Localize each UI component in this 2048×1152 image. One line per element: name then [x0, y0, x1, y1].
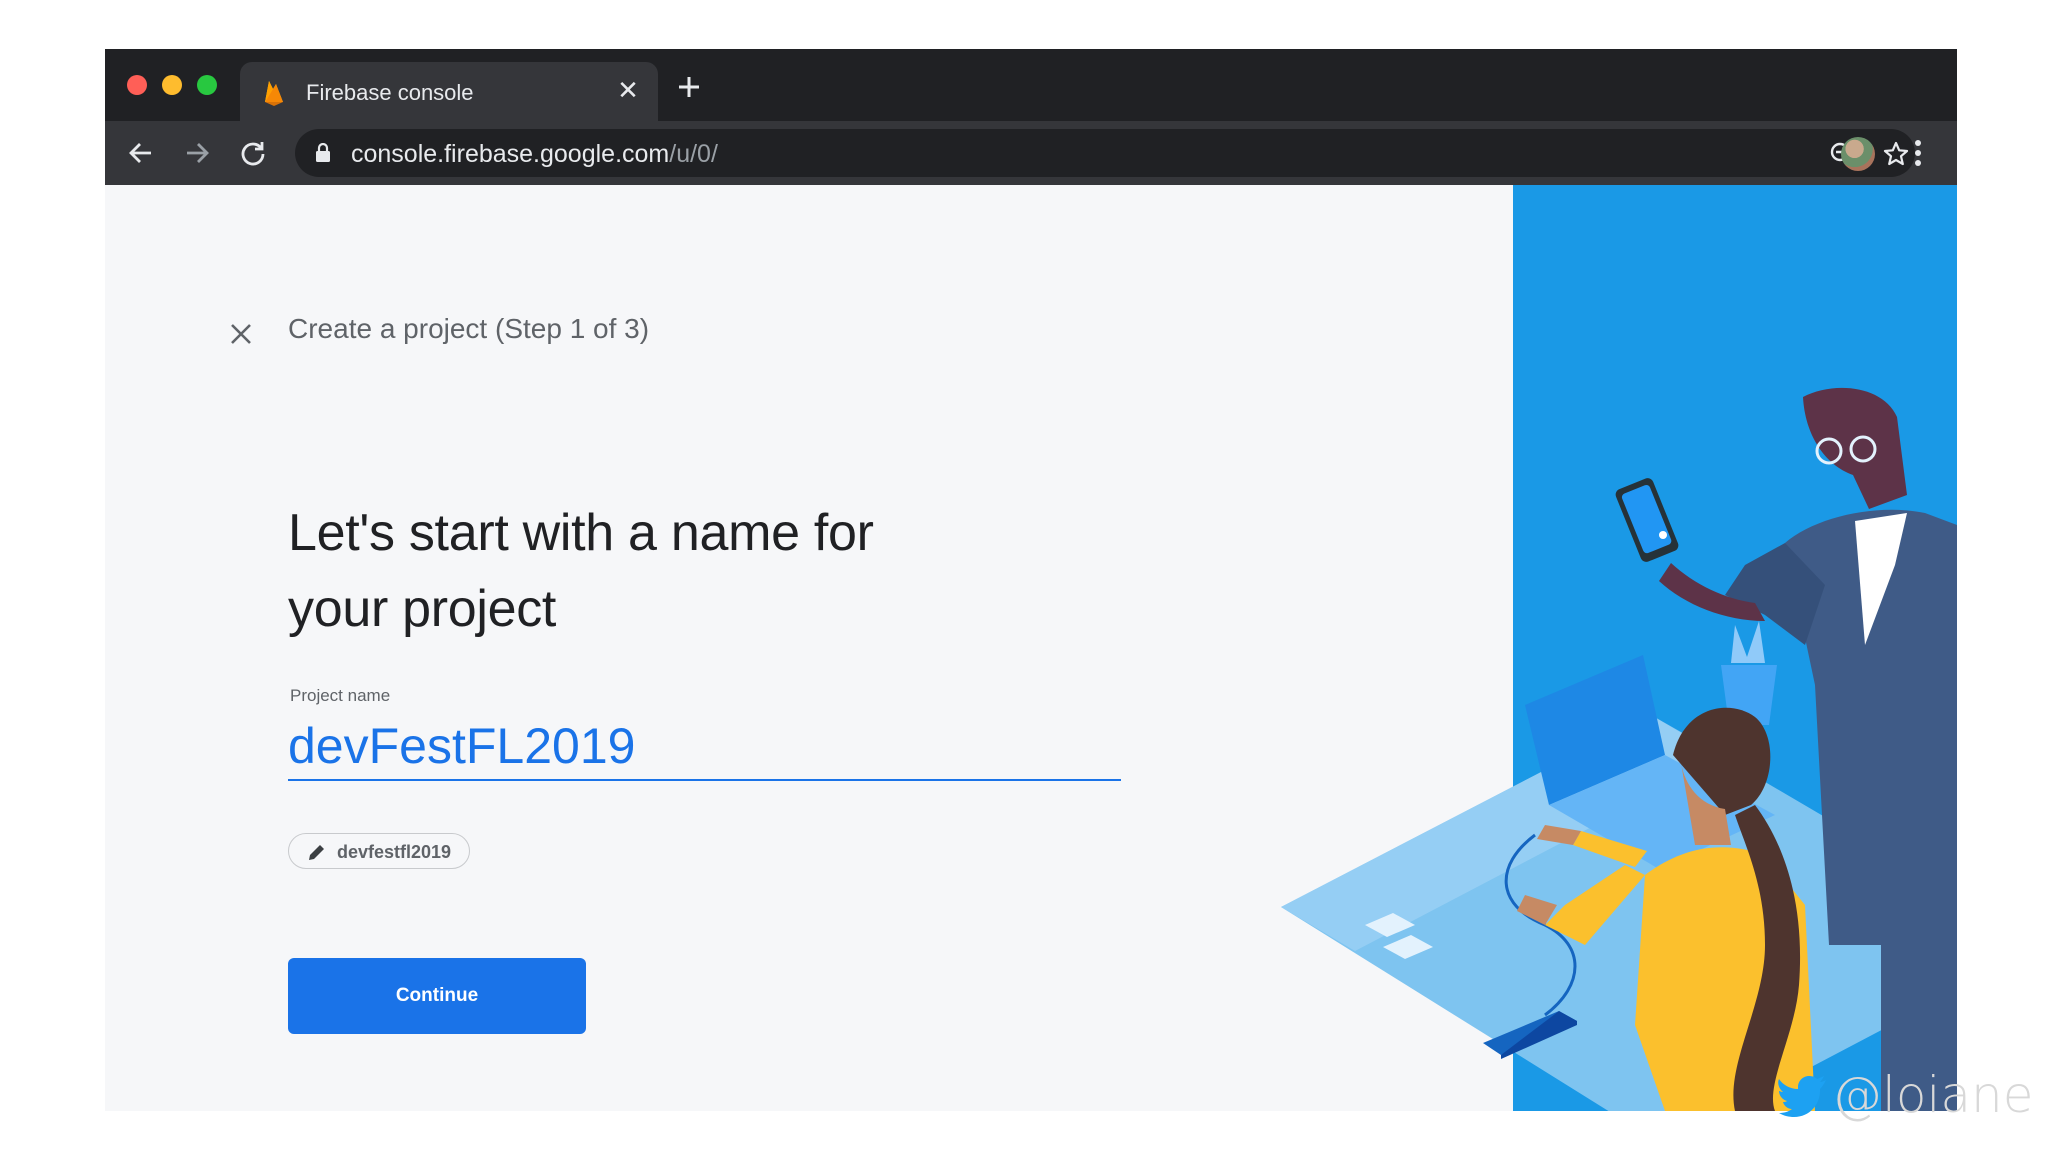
back-arrow-icon[interactable] [127, 139, 155, 167]
plus-icon[interactable] [675, 73, 703, 101]
tab-firebase-console[interactable]: Firebase console ✕ [240, 62, 658, 121]
firebase-flame-icon [265, 81, 283, 106]
project-name-input[interactable]: devFestFL2019 [288, 711, 1121, 781]
reload-icon[interactable] [239, 139, 267, 167]
tab-strip: Firebase console ✕ [105, 49, 1957, 121]
address-bar[interactable]: console.firebase.google.com/u/0/ [295, 129, 1915, 177]
pencil-icon [309, 845, 324, 860]
window-zoom-button[interactable] [197, 75, 217, 95]
window-minimize-button[interactable] [162, 75, 182, 95]
forward-arrow-icon[interactable] [183, 139, 211, 167]
browser-toolbar: console.firebase.google.com/u/0/ [105, 121, 1957, 185]
project-id-chip[interactable]: devfestfl2019 [288, 833, 470, 869]
project-name-label: Project name [290, 686, 391, 705]
close-icon[interactable] [227, 320, 255, 348]
twitter-bird-icon [1778, 1076, 1826, 1117]
profile-avatar[interactable] [1841, 137, 1875, 171]
url-path: /u/0/ [669, 140, 718, 168]
page-content: Create a project (Step 1 of 3) Let's sta… [105, 185, 1957, 1111]
page-headline: Let's start with a name for your project [288, 495, 988, 647]
window-close-button[interactable] [127, 75, 147, 95]
url-text: console.firebase.google.com/u/0/ [351, 140, 718, 169]
browser-window: Firebase console ✕ console.firebase.goog… [105, 49, 1957, 1111]
kebab-menu-icon[interactable] [1913, 139, 1923, 167]
project-id-label: devfestfl2019 [337, 842, 452, 862]
people-at-desk-illustration [1281, 387, 1957, 1111]
headline-line-2: your project [288, 580, 557, 638]
star-icon[interactable] [1883, 141, 1909, 167]
step-title: Create a project (Step 1 of 3) [288, 313, 650, 344]
lock-icon [316, 143, 330, 162]
continue-button[interactable]: Continue [288, 958, 586, 1034]
url-host: console.firebase.google.com [351, 140, 670, 168]
tab-close-icon[interactable]: ✕ [616, 77, 640, 103]
tab-title: Firebase console [306, 80, 474, 105]
watermark-handle: @loiane [1832, 1066, 2034, 1124]
headline-line-1: Let's start with a name for [288, 504, 874, 562]
